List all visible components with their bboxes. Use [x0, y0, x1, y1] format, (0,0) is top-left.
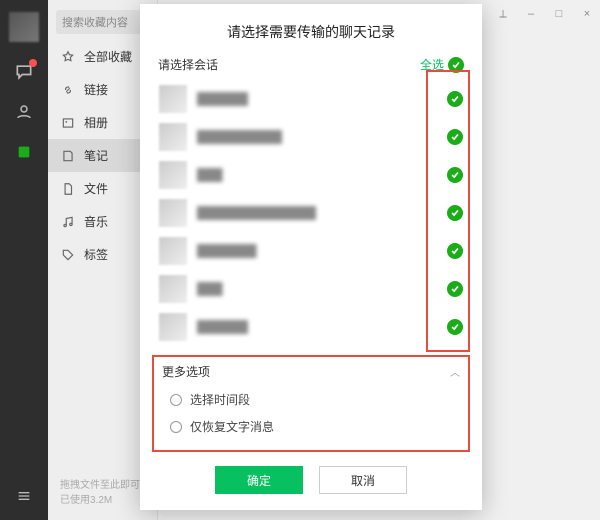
modal-title: 请选择需要传输的聊天记录 [140, 4, 482, 56]
file-icon [60, 181, 76, 197]
search-input[interactable]: 搜索收藏内容 [56, 10, 149, 34]
check-icon [448, 57, 464, 73]
radio-icon [170, 394, 182, 406]
avatar [159, 275, 187, 303]
check-icon[interactable] [447, 167, 463, 183]
conversation-row[interactable]: ██████████████ [155, 194, 467, 232]
sidebar-item-label: 音乐 [84, 213, 108, 230]
avatar [159, 313, 187, 341]
menu-icon[interactable] [14, 486, 34, 506]
tag-icon [60, 247, 76, 263]
modal-footer: 确定 取消 [140, 452, 482, 510]
conversation-name: ██████████████ [197, 206, 437, 220]
ok-button[interactable]: 确定 [215, 466, 303, 494]
option-time-range[interactable]: 选择时间段 [162, 386, 460, 413]
image-icon [60, 115, 76, 131]
contacts-icon[interactable] [14, 102, 34, 122]
transfer-chat-modal: 请选择需要传输的聊天记录 请选择会话 全选 ██████ ██████████ … [140, 4, 482, 510]
close-button[interactable]: × [580, 8, 594, 21]
link-icon [60, 82, 76, 98]
conversation-row[interactable]: ██████████ [155, 118, 467, 156]
avatar [159, 199, 187, 227]
check-icon[interactable] [447, 205, 463, 221]
favorites-icon[interactable] [14, 142, 34, 162]
check-icon[interactable] [447, 91, 463, 107]
conversation-row[interactable]: ███ [155, 270, 467, 308]
conversation-row[interactable]: ██████ [155, 80, 467, 118]
avatar [159, 161, 187, 189]
minimize-button[interactable]: – [524, 8, 538, 21]
more-options-section: 更多选项 ︿ 选择时间段 仅恢复文字消息 [152, 355, 470, 452]
check-icon[interactable] [447, 129, 463, 145]
avatar [159, 123, 187, 151]
conversation-name: ███ [197, 168, 437, 182]
music-icon [60, 214, 76, 230]
conversation-name: ██████ [197, 320, 437, 334]
sidebar-item-label: 全部收藏 [84, 48, 132, 65]
sidebar-item-label: 标签 [84, 246, 108, 263]
cancel-button[interactable]: 取消 [319, 466, 407, 494]
more-options-toggle[interactable]: 更多选项 ︿ [162, 363, 460, 386]
left-rail [0, 0, 48, 520]
conversation-name: ██████ [197, 92, 437, 106]
select-session-label: 请选择会话 [158, 56, 218, 73]
conversation-row[interactable]: ███ [155, 156, 467, 194]
conversation-name: ███ [197, 282, 437, 296]
search-placeholder: 搜索收藏内容 [62, 14, 128, 30]
pin-button[interactable]: ⟂ [496, 8, 510, 21]
avatar [159, 85, 187, 113]
self-avatar[interactable] [9, 12, 39, 42]
star-icon [60, 49, 76, 65]
conversation-name: ███████ [197, 244, 437, 258]
sidebar-item-label: 文件 [84, 180, 108, 197]
select-all-button[interactable]: 全选 [420, 56, 464, 73]
unread-badge [29, 59, 37, 67]
note-icon [60, 148, 76, 164]
maximize-button[interactable]: □ [552, 8, 566, 21]
option-text-only[interactable]: 仅恢复文字消息 [162, 413, 460, 440]
window-controls: ⟂ – □ × [496, 8, 594, 21]
avatar [159, 237, 187, 265]
radio-icon [170, 421, 182, 433]
conversation-list: ██████ ██████████ ███ ██████████████ ███… [140, 79, 482, 347]
chevron-up-icon: ︿ [450, 364, 460, 379]
conversation-row[interactable]: ██████ [155, 308, 467, 346]
check-icon[interactable] [447, 319, 463, 335]
conversation-name: ██████████ [197, 130, 437, 144]
sidebar-item-label: 链接 [84, 81, 108, 98]
chat-icon[interactable] [14, 62, 34, 82]
check-icon[interactable] [447, 243, 463, 259]
check-icon[interactable] [447, 281, 463, 297]
conversation-row[interactable]: ███████ [155, 232, 467, 270]
sidebar-item-label: 相册 [84, 114, 108, 131]
sidebar-item-label: 笔记 [84, 147, 108, 164]
